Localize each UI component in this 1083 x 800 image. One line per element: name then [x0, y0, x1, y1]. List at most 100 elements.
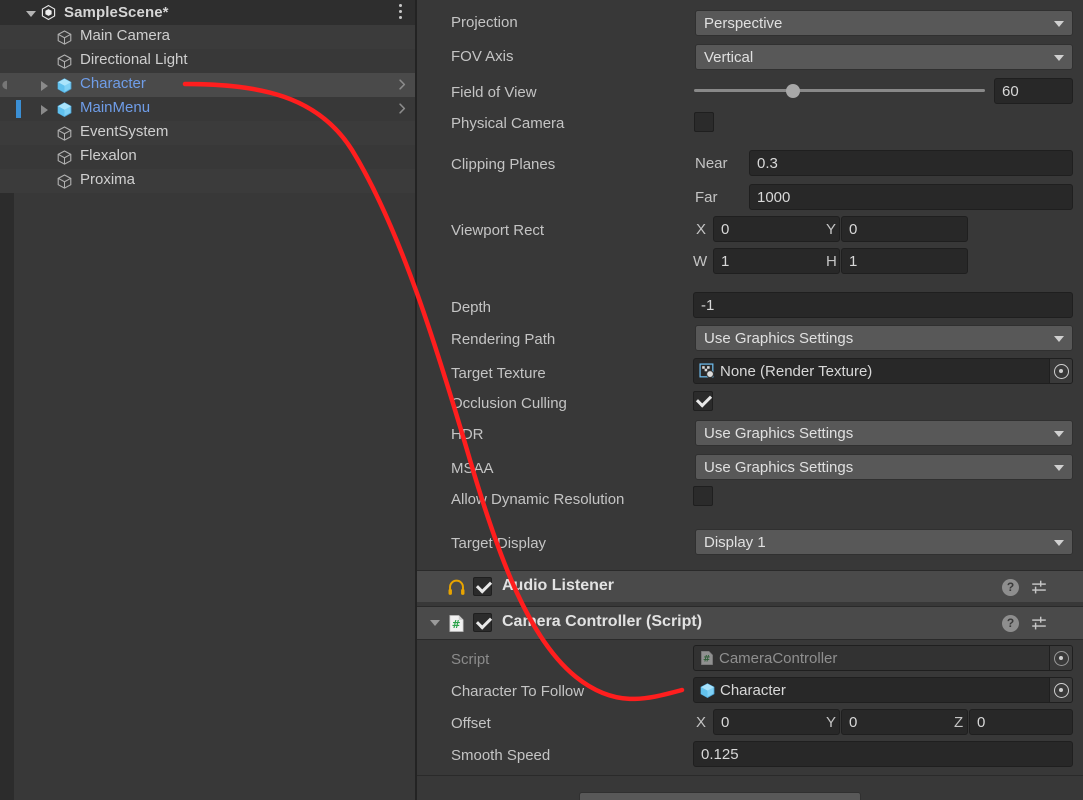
- camera-controller-enabled-checkbox[interactable]: [473, 613, 492, 632]
- offset-x-label: X: [696, 714, 706, 731]
- projection-value: Perspective: [704, 15, 782, 32]
- hierarchy-item-eventsystem[interactable]: EventSystem: [0, 121, 417, 145]
- headphones-icon: [447, 578, 466, 597]
- scene-header-row[interactable]: SampleScene*: [0, 0, 417, 25]
- viewport-w-input[interactable]: 1: [713, 248, 840, 274]
- fov-axis-value: Vertical: [704, 49, 753, 66]
- camera-controller-expand-caret-icon[interactable]: [430, 620, 440, 626]
- camera-controller-header[interactable]: # Camera Controller (Script) ?: [417, 606, 1083, 640]
- inspector-bottom-divider: [417, 775, 1083, 776]
- kebab-menu-icon[interactable]: [1059, 578, 1073, 596]
- viewport-h-input[interactable]: 1: [841, 248, 968, 274]
- gameobject-cube-icon: [56, 173, 73, 190]
- viewport-w-label: W: [693, 253, 707, 270]
- target-texture-picker-button[interactable]: [1049, 359, 1072, 383]
- hierarchy-item-flexalon[interactable]: Flexalon: [0, 145, 417, 169]
- rendering-path-dropdown[interactable]: Use Graphics Settings: [695, 325, 1073, 351]
- allow-dynamic-resolution-checkbox[interactable]: [693, 486, 713, 506]
- offset-z-input[interactable]: 0: [969, 709, 1073, 735]
- character-to-follow-picker-button[interactable]: [1049, 678, 1072, 702]
- chevron-down-icon: [1054, 21, 1064, 27]
- field-of-view-slider-knob[interactable]: [786, 84, 800, 98]
- chevron-right-icon[interactable]: [396, 102, 409, 115]
- hierarchy-item-label: Proxima: [80, 171, 135, 188]
- depth-value: -1: [701, 297, 714, 314]
- allow-dynamic-resolution-label: Allow Dynamic Resolution: [451, 491, 624, 508]
- hierarchy-item-directional-light[interactable]: Directional Light: [0, 49, 417, 73]
- hierarchy-item-proxima[interactable]: Proxima: [0, 169, 417, 193]
- hierarchy-panel: SampleScene* Main Camera Directional Lig…: [0, 0, 417, 800]
- add-component-button[interactable]: [579, 792, 861, 800]
- near-label: Near: [695, 155, 728, 172]
- smooth-speed-input[interactable]: 0.125: [693, 741, 1073, 767]
- chevron-down-icon: [1054, 465, 1064, 471]
- object-picker-icon: [1054, 364, 1069, 379]
- offset-z-label: Z: [954, 714, 963, 731]
- chevron-down-icon: [1054, 540, 1064, 546]
- viewport-h-label: H: [826, 253, 837, 270]
- hierarchy-expand-arrow-icon[interactable]: [40, 81, 50, 91]
- physical-camera-checkbox[interactable]: [694, 112, 714, 132]
- depth-input[interactable]: -1: [693, 292, 1073, 318]
- character-to-follow-objectfield[interactable]: Character: [693, 677, 1073, 703]
- scene-expand-caret-icon[interactable]: [24, 6, 38, 20]
- object-picker-icon: [1054, 651, 1069, 666]
- camera-controller-title: Camera Controller (Script): [502, 613, 702, 631]
- presets-icon[interactable]: [1030, 615, 1048, 632]
- svg-text:#: #: [452, 619, 461, 631]
- msaa-dropdown[interactable]: Use Graphics Settings: [695, 454, 1073, 480]
- target-texture-label: Target Texture: [451, 365, 546, 382]
- hierarchy-item-mainmenu[interactable]: MainMenu: [0, 97, 417, 121]
- chevron-down-icon: [1054, 55, 1064, 61]
- hierarchy-kebab-menu-icon[interactable]: [393, 4, 407, 21]
- offset-y-input[interactable]: 0: [841, 709, 968, 735]
- audio-listener-header[interactable]: Audio Listener ?: [417, 570, 1083, 604]
- offset-y-value: 0: [849, 714, 857, 731]
- depth-label: Depth: [451, 299, 491, 316]
- target-display-dropdown[interactable]: Display 1: [695, 529, 1073, 555]
- clipping-near-input[interactable]: 0.3: [749, 150, 1073, 176]
- offset-x-input[interactable]: 0: [713, 709, 840, 735]
- occlusion-culling-checkbox[interactable]: [693, 391, 713, 411]
- chevron-down-icon: [1054, 336, 1064, 342]
- viewport-x-input[interactable]: 0: [713, 216, 840, 242]
- target-texture-value: None (Render Texture): [720, 363, 872, 380]
- prefab-cube-icon: [699, 682, 716, 699]
- hierarchy-item-character[interactable]: Character: [0, 73, 417, 97]
- script-value: CameraController: [719, 650, 837, 667]
- help-icon[interactable]: ?: [1002, 615, 1019, 632]
- render-texture-icon: [699, 363, 716, 380]
- help-icon[interactable]: ?: [1002, 579, 1019, 596]
- target-texture-objectfield[interactable]: None (Render Texture): [693, 358, 1073, 384]
- rendering-path-value: Use Graphics Settings: [704, 330, 853, 347]
- fov-axis-dropdown[interactable]: Vertical: [695, 44, 1073, 70]
- field-of-view-input[interactable]: 60: [994, 78, 1073, 104]
- row-physical-camera: Physical Camera: [417, 111, 1083, 137]
- viewport-y-label: Y: [826, 221, 836, 238]
- row-occlusion-culling: Occlusion Culling: [417, 391, 1083, 417]
- field-of-view-label: Field of View: [451, 84, 537, 101]
- viewport-y-input[interactable]: 0: [841, 216, 968, 242]
- audio-listener-enabled-checkbox[interactable]: [473, 577, 492, 596]
- visibility-toggle-icon[interactable]: [1, 79, 13, 91]
- smooth-speed-label: Smooth Speed: [451, 747, 550, 764]
- hierarchy-item-label: MainMenu: [80, 99, 150, 116]
- field-of-view-slider-track[interactable]: [694, 89, 985, 92]
- projection-dropdown[interactable]: Perspective: [695, 10, 1073, 36]
- offset-y-label: Y: [826, 714, 836, 731]
- character-to-follow-label: Character To Follow: [451, 683, 584, 700]
- projection-label: Projection: [451, 14, 518, 31]
- presets-icon[interactable]: [1030, 579, 1048, 596]
- audio-listener-title: Audio Listener: [502, 577, 614, 595]
- hierarchy-expand-arrow-icon[interactable]: [40, 105, 50, 115]
- viewport-x-label: X: [696, 221, 706, 238]
- clipping-far-input[interactable]: 1000: [749, 184, 1073, 210]
- clipping-far-value: 1000: [757, 189, 790, 206]
- hdr-dropdown[interactable]: Use Graphics Settings: [695, 420, 1073, 446]
- hierarchy-item-main-camera[interactable]: Main Camera: [0, 25, 417, 49]
- row-allow-dynamic-resolution: Allow Dynamic Resolution: [417, 487, 1083, 513]
- kebab-menu-icon[interactable]: [1059, 614, 1073, 632]
- field-of-view-value: 60: [1002, 83, 1019, 100]
- target-display-value: Display 1: [704, 534, 766, 551]
- chevron-right-icon[interactable]: [396, 78, 409, 91]
